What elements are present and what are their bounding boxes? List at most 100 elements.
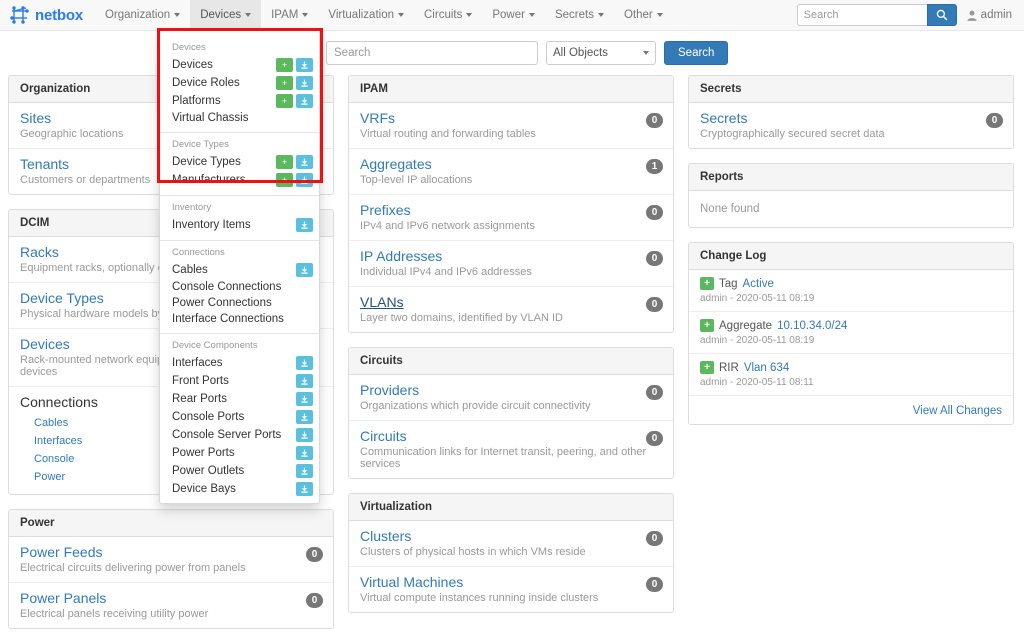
- menu-item-device-bays[interactable]: Device Bays: [160, 480, 319, 498]
- import-icon[interactable]: [296, 263, 313, 277]
- view-all-changes-link[interactable]: View All Changes: [913, 405, 1002, 417]
- menu-item-devices[interactable]: Devices +: [160, 56, 319, 74]
- plus-icon[interactable]: +: [276, 155, 293, 169]
- row-description: Clusters of physical hosts in which VMs …: [360, 546, 586, 558]
- search-button[interactable]: Search: [664, 41, 729, 65]
- panel-circuits: Circuits Providers Organizations which p…: [348, 347, 674, 479]
- import-icon[interactable]: [296, 356, 313, 370]
- import-icon[interactable]: [296, 464, 313, 478]
- changelog-entry[interactable]: + Aggregate 10.10.34.0/24 admin - 2020-0…: [689, 312, 1013, 354]
- link-vrfs[interactable]: VRFs: [360, 110, 395, 126]
- list-item[interactable]: IP Addresses Individual IPv4 and IPv6 ad…: [349, 241, 673, 287]
- plus-icon[interactable]: +: [276, 58, 293, 72]
- user-menu[interactable]: admin: [967, 9, 1016, 21]
- menu-item-label: Device Roles: [172, 77, 240, 89]
- link-device-types[interactable]: Device Types: [20, 290, 104, 306]
- import-icon[interactable]: [296, 374, 313, 388]
- menu-item-device-types[interactable]: Device Types +: [160, 153, 319, 171]
- menu-item-manufacturers[interactable]: Manufacturers +: [160, 171, 319, 189]
- import-icon[interactable]: [296, 155, 313, 169]
- list-item[interactable]: Power Feeds Electrical circuits deliveri…: [9, 537, 333, 583]
- navbar-search-input[interactable]: [796, 4, 927, 26]
- navbar-search-button[interactable]: [926, 4, 957, 26]
- devices-dropdown-menu[interactable]: Devices Devices + Device Roles + Platforms + Vi…: [159, 31, 320, 504]
- changelog-entry-line: + Tag Active: [700, 277, 1002, 290]
- import-icon[interactable]: [296, 410, 313, 424]
- nav-item-secrets[interactable]: Secrets: [545, 0, 614, 30]
- chevron-down-icon: [302, 13, 309, 17]
- nav-item-power[interactable]: Power: [482, 0, 545, 30]
- link-circuits[interactable]: Circuits: [360, 428, 407, 444]
- link-power-panels[interactable]: Power Panels: [20, 590, 106, 606]
- import-icon[interactable]: [296, 446, 313, 460]
- list-item[interactable]: VLANs Layer two domains, identified by V…: [349, 287, 673, 332]
- plus-icon[interactable]: +: [276, 76, 293, 90]
- link-tenants[interactable]: Tenants: [20, 156, 69, 172]
- list-item[interactable]: Clusters Clusters of physical hosts in w…: [349, 521, 673, 567]
- menu-item-front-ports[interactable]: Front Ports: [160, 372, 319, 390]
- link-prefixes[interactable]: Prefixes: [360, 202, 411, 218]
- menu-item-interfaces[interactable]: Interfaces: [160, 354, 319, 372]
- import-icon[interactable]: [296, 218, 313, 232]
- menu-item-power-outlets[interactable]: Power Outlets: [160, 462, 319, 480]
- count-badge: 0: [646, 251, 663, 266]
- menu-item-power-ports[interactable]: Power Ports: [160, 444, 319, 462]
- import-icon[interactable]: [296, 392, 313, 406]
- link-secrets[interactable]: Secrets: [700, 110, 747, 126]
- menu-item-cables[interactable]: Cables: [160, 261, 319, 279]
- nav-label: IPAM: [271, 9, 299, 21]
- list-item[interactable]: Aggregates Top-level IP allocations 1: [349, 149, 673, 195]
- brand-logo[interactable]: netbox: [0, 0, 95, 30]
- menu-item-power-connections[interactable]: Power Connections: [160, 295, 319, 311]
- import-icon[interactable]: [296, 482, 313, 496]
- menu-item-platforms[interactable]: Platforms +: [160, 92, 319, 110]
- list-item[interactable]: VRFs Virtual routing and forwarding tabl…: [349, 103, 673, 149]
- nav-item-organization[interactable]: Organization: [95, 0, 190, 30]
- link-power-feeds[interactable]: Power Feeds: [20, 544, 102, 560]
- link-ip-addresses[interactable]: IP Addresses: [360, 248, 442, 264]
- changelog-entry[interactable]: + RIR Vlan 634 admin - 2020-05-11 08:11: [689, 354, 1013, 396]
- list-item[interactable]: Secrets Cryptographically secured secret…: [689, 103, 1013, 148]
- changelog-object-link[interactable]: 10.10.34.0/24: [777, 320, 847, 332]
- link-providers[interactable]: Providers: [360, 382, 419, 398]
- link-aggregates[interactable]: Aggregates: [360, 156, 432, 172]
- nav-item-devices[interactable]: Devices: [190, 0, 262, 30]
- plus-icon[interactable]: +: [276, 94, 293, 108]
- import-icon[interactable]: [296, 173, 313, 187]
- search-input[interactable]: [326, 41, 538, 65]
- nav-item-virtualization[interactable]: Virtualization: [318, 0, 414, 30]
- list-item[interactable]: Providers Organizations which provide ci…: [349, 375, 673, 421]
- list-item[interactable]: Circuits Communication links for Interne…: [349, 421, 673, 478]
- link-virtual-machines[interactable]: Virtual Machines: [360, 574, 463, 590]
- import-icon[interactable]: [296, 58, 313, 72]
- changelog-object-link[interactable]: Vlan 634: [744, 362, 789, 374]
- nav-item-circuits[interactable]: Circuits: [414, 0, 482, 30]
- list-item[interactable]: Prefixes IPv4 and IPv6 network assignmen…: [349, 195, 673, 241]
- menu-item-inventory-items[interactable]: Inventory Items: [160, 216, 319, 234]
- changelog-object-link[interactable]: Active: [743, 278, 774, 290]
- import-icon[interactable]: [296, 428, 313, 442]
- menu-item-console-server-ports[interactable]: Console Server Ports: [160, 426, 319, 444]
- changelog-entry[interactable]: + Tag Active admin - 2020-05-11 08:19: [689, 270, 1013, 312]
- link-vlans[interactable]: VLANs: [360, 294, 404, 310]
- menu-item-console-connections[interactable]: Console Connections: [160, 279, 319, 295]
- link-clusters[interactable]: Clusters: [360, 528, 411, 544]
- menu-item-device-roles[interactable]: Device Roles +: [160, 74, 319, 92]
- link-sites[interactable]: Sites: [20, 110, 51, 126]
- menu-item-virtual-chassis[interactable]: Virtual Chassis: [160, 110, 319, 126]
- link-devices[interactable]: Devices: [20, 336, 70, 352]
- menu-item-rear-ports[interactable]: Rear Ports: [160, 390, 319, 408]
- nav-item-other[interactable]: Other: [614, 0, 673, 30]
- import-icon[interactable]: [296, 76, 313, 90]
- plus-icon[interactable]: +: [276, 173, 293, 187]
- object-type-select[interactable]: All Objects: [546, 41, 656, 65]
- list-item[interactable]: Power Panels Electrical panels receiving…: [9, 583, 333, 628]
- nav-item-ipam[interactable]: IPAM: [261, 0, 318, 30]
- home-columns: Organization Sites Geographic locations …: [0, 75, 1024, 643]
- menu-item-label: Devices: [172, 59, 213, 71]
- menu-item-console-ports[interactable]: Console Ports: [160, 408, 319, 426]
- link-racks[interactable]: Racks: [20, 244, 59, 260]
- menu-item-label: Console Server Ports: [172, 429, 282, 441]
- import-icon[interactable]: [296, 94, 313, 108]
- menu-item-interface-connections[interactable]: Interface Connections: [160, 311, 319, 327]
